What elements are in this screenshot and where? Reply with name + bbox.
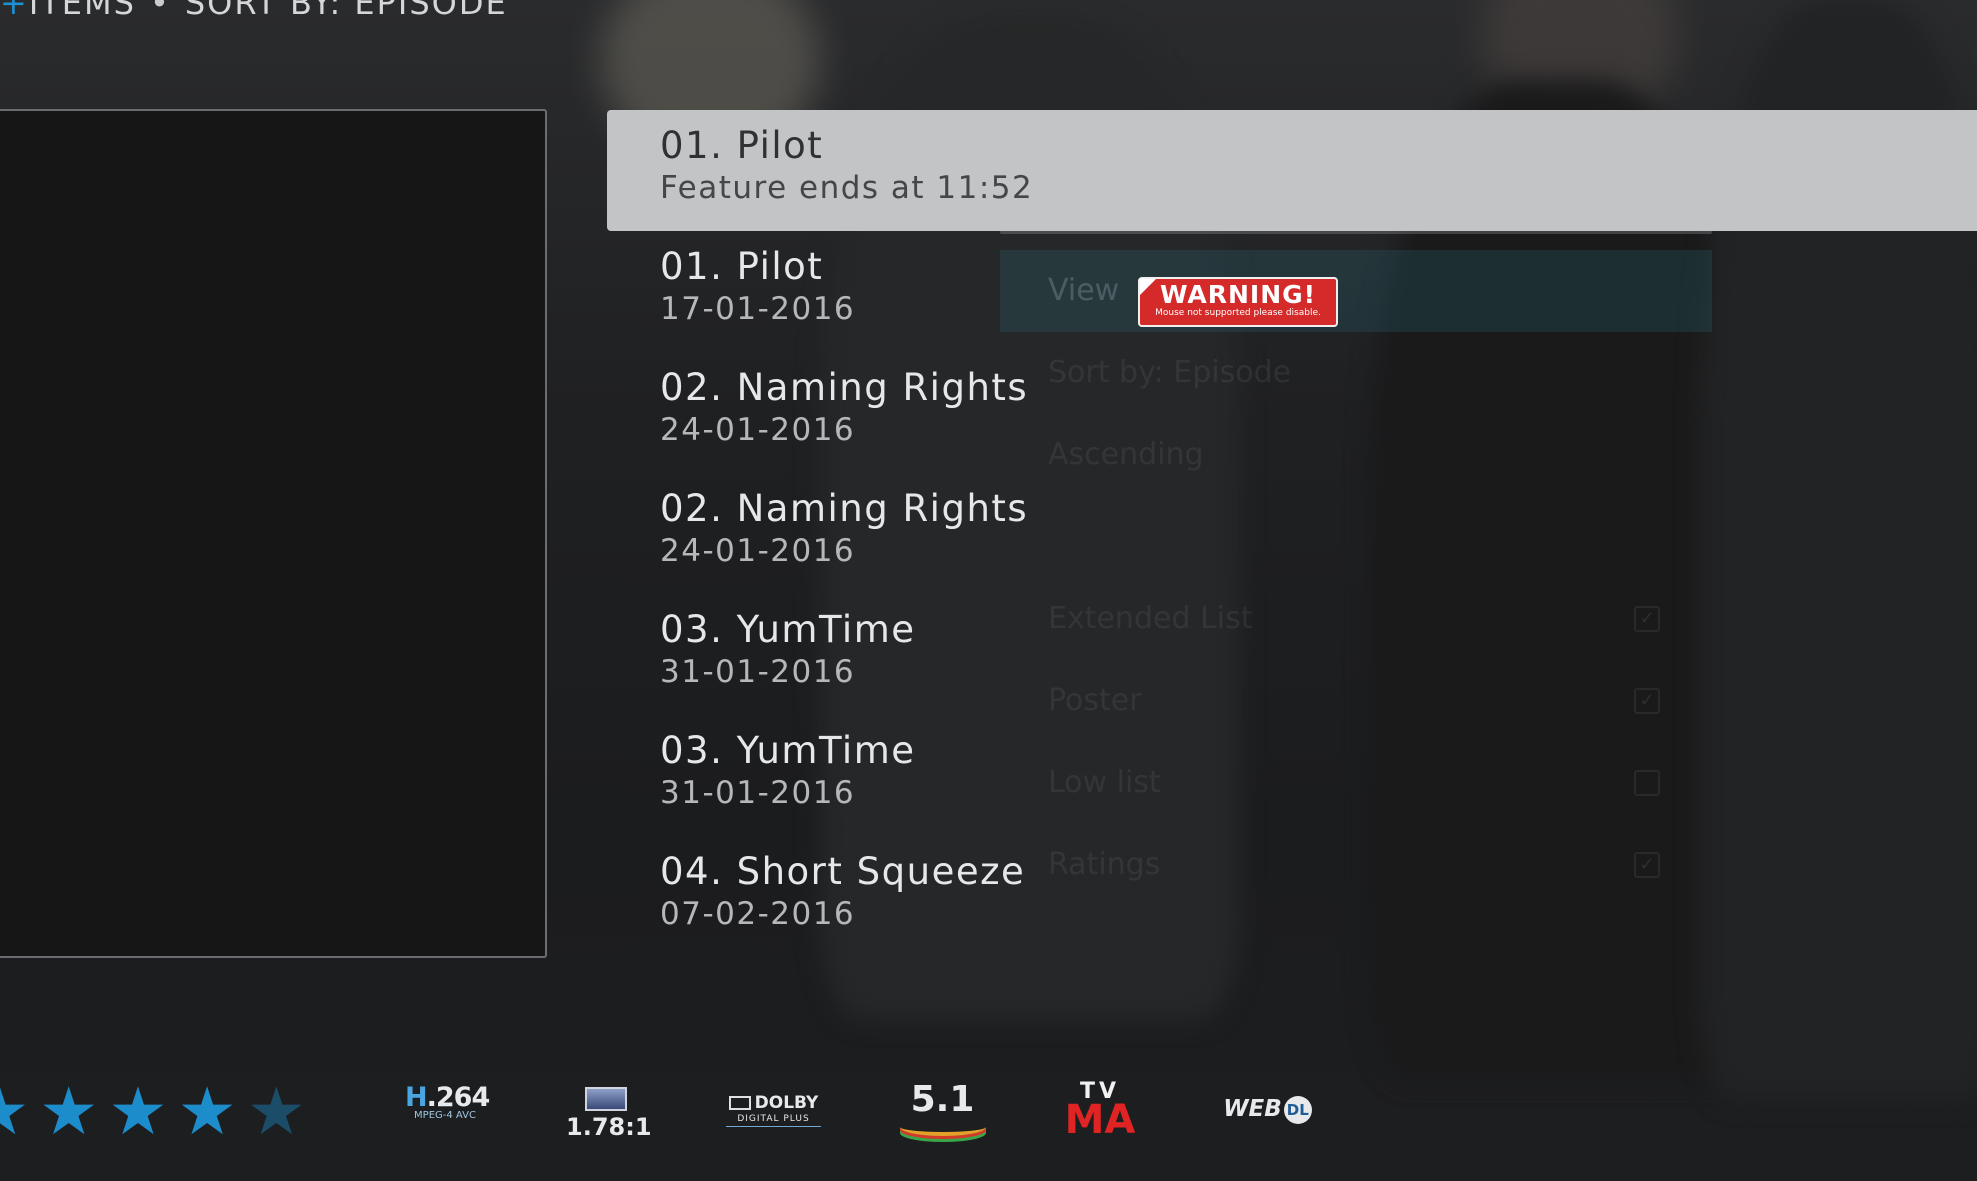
- codec-label: H.264: [405, 1082, 490, 1113]
- episode-title: 01. Pilot: [660, 124, 824, 167]
- header-separator: •: [149, 0, 171, 22]
- star-filled-icon: ★: [0, 1079, 29, 1145]
- episode-title: 02. Naming Rights: [660, 487, 1029, 530]
- warning-message: Mouse not supported please disable.: [1155, 308, 1321, 318]
- episode-list-item[interactable]: 04. Short Squeeze 07-02-2016: [607, 836, 1977, 957]
- source-badge: DL: [1283, 1096, 1312, 1124]
- sort-label: SORT BY: EPISODE: [184, 0, 508, 22]
- star-empty-icon: ★: [246, 1073, 306, 1150]
- episode-title: 02. Naming Rights: [660, 366, 1029, 409]
- rating-bottom-label: MA: [1064, 1097, 1136, 1143]
- media-library-screen: +ITEMS • SORT BY: EPISODE View Sort by: Ep…: [0, 0, 1977, 1181]
- audio-channels-flag: 5.1: [895, 1082, 990, 1136]
- episode-subtitle: 31-01-2016: [660, 654, 856, 690]
- episode-list-item[interactable]: 02. Naming Rights 24-01-2016: [607, 473, 1977, 594]
- rating-stars: ★★★★★: [0, 1073, 316, 1150]
- star-filled-icon: ★: [108, 1073, 168, 1150]
- dolby-icon: [728, 1096, 751, 1110]
- video-codec-flag: H.264 MPEG-4 AVC: [405, 1082, 490, 1121]
- items-label: ITEMS: [28, 0, 136, 22]
- episode-list-item[interactable]: 01. Pilot Feature ends at 11:52: [607, 110, 1977, 231]
- screen-icon: [585, 1087, 627, 1111]
- episode-subtitle: 31-01-2016: [660, 775, 856, 811]
- thumbnail-panel: [0, 109, 547, 958]
- source-label: WEB: [1223, 1096, 1282, 1122]
- episode-subtitle: 24-01-2016: [660, 533, 856, 569]
- video-source-flag: WEB DL: [1220, 1095, 1315, 1124]
- codec-sub-label: MPEG-4 AVC: [414, 1110, 476, 1121]
- audio-sub-label: DIGITAL PLUS: [726, 1112, 821, 1127]
- aspect-label: 1.78:1: [566, 1113, 652, 1141]
- content-rating-flag: TV MA: [1060, 1081, 1140, 1143]
- items-count-marker: +: [0, 0, 29, 22]
- episode-title: 04. Short Squeeze: [660, 850, 1026, 893]
- episode-list-item[interactable]: 02. Naming Rights 24-01-2016: [607, 352, 1977, 473]
- audio-label: DOLBY: [754, 1093, 819, 1113]
- episode-subtitle: 24-01-2016: [660, 412, 856, 448]
- audio-codec-flag: DOLBY DIGITAL PLUS: [726, 1094, 821, 1127]
- episode-list-item[interactable]: 03. YumTime 31-01-2016: [607, 715, 1977, 836]
- channels-label: 5.1: [910, 1079, 975, 1120]
- episode-title: 03. YumTime: [660, 608, 916, 651]
- episode-title: 03. YumTime: [660, 729, 916, 772]
- episode-subtitle: 07-02-2016: [660, 896, 856, 932]
- star-filled-icon: ★: [177, 1073, 237, 1150]
- episode-list-item[interactable]: 03. YumTime 31-01-2016: [607, 594, 1977, 715]
- library-header: +ITEMS • SORT BY: EPISODE: [0, 0, 508, 22]
- aspect-ratio-flag: 1.78:1: [566, 1085, 652, 1141]
- episode-list: 01. Pilot Feature ends at 11:52 01. Pilot 1…: [607, 110, 1977, 957]
- warning-title: WARNING!: [1159, 280, 1317, 309]
- warning-badge: WARNING! Mouse not supported please disa…: [1138, 277, 1338, 327]
- warning-corner-icon: [1140, 279, 1156, 295]
- star-filled-icon: ★: [39, 1073, 99, 1150]
- surround-arc-icon: [899, 1118, 986, 1136]
- episode-subtitle: Feature ends at 11:52: [660, 170, 1034, 206]
